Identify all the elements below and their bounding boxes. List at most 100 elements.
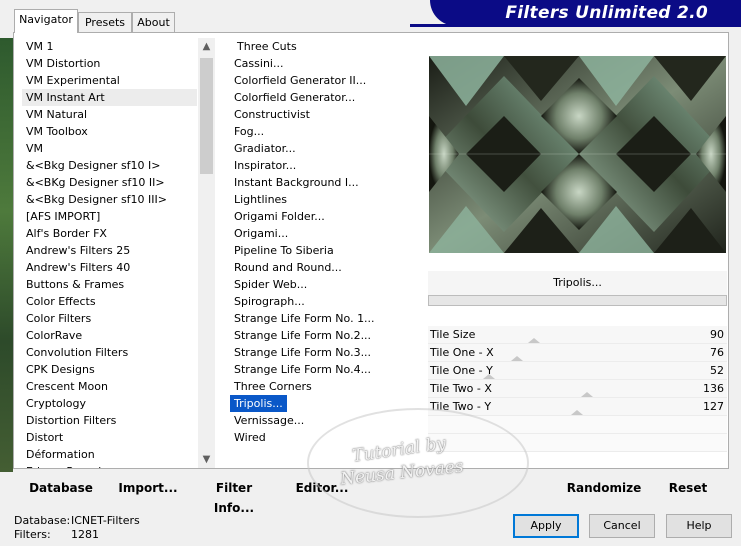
filter-item[interactable]: Colorfield Generator... (230, 89, 420, 106)
parameter-slider[interactable]: Tile One - Y 52 (428, 362, 727, 380)
parameter-value: 127 (703, 400, 724, 413)
scroll-up-icon[interactable]: ▲ (198, 38, 215, 55)
filter-item[interactable]: Lightlines (230, 191, 420, 208)
category-item[interactable]: VM (22, 140, 197, 157)
category-item[interactable]: VM Experimental (22, 72, 197, 89)
filter-item[interactable]: Fog... (230, 123, 420, 140)
category-item[interactable]: VM Distortion (22, 55, 197, 72)
category-item[interactable]: VM Instant Art (22, 89, 197, 106)
category-item[interactable]: Color Effects (22, 293, 197, 310)
filter-item[interactable]: Pipeline To Siberia (230, 242, 420, 259)
filter-item[interactable]: Strange Life Form No.4... (230, 361, 420, 378)
progress-bar (428, 295, 727, 306)
category-item[interactable]: CPK Designs (22, 361, 197, 378)
parameter-slider[interactable]: Tile Size 90 (428, 326, 727, 344)
filter-item[interactable]: Colorfield Generator II... (230, 72, 420, 89)
filter-item[interactable]: Gradiator... (230, 140, 420, 157)
filter-item[interactable]: Strange Life Form No.2... (230, 327, 420, 344)
category-item[interactable]: Edges, Round (22, 463, 197, 468)
filter-item[interactable]: Vernissage... (230, 412, 420, 429)
tab-navigator[interactable]: Navigator (14, 9, 78, 33)
filter-item[interactable]: Strange Life Form No. 1... (230, 310, 420, 327)
reset-button[interactable]: Reset (664, 478, 712, 498)
filter-item[interactable]: Instant Background I... (230, 174, 420, 191)
filter-item[interactable]: Three Cuts (230, 38, 420, 55)
category-item[interactable]: ColorRave (22, 327, 197, 344)
empty-parameter-row (428, 434, 727, 452)
filter-item[interactable]: Spirograph... (230, 293, 420, 310)
filter-item[interactable]: Spider Web... (230, 276, 420, 293)
category-item[interactable]: &<BKg Designer sf10 II> (22, 174, 197, 191)
filter-item-label: Colorfield Generator... (234, 91, 356, 104)
category-item[interactable]: Déformation (22, 446, 197, 463)
slider-marker[interactable] (511, 356, 524, 361)
help-button[interactable]: Help (666, 514, 732, 538)
category-item[interactable]: Buttons & Frames (22, 276, 197, 293)
import-button[interactable]: Import... (116, 478, 180, 498)
parameter-label: Tile Two - Y (430, 400, 492, 413)
parameter-slider[interactable]: Tile Two - Y 127 (428, 398, 727, 416)
filter-item-label: Origami Folder... (234, 210, 325, 223)
category-item[interactable]: Color Filters (22, 310, 197, 327)
filter-item-label: Three Cuts (237, 40, 297, 53)
slider-marker[interactable] (570, 410, 583, 415)
filter-item-label: Instant Background I... (234, 176, 359, 189)
parameter-slider[interactable]: Tile One - X 76 (428, 344, 727, 362)
filter-item-label: Spirograph... (234, 295, 305, 308)
filter-item[interactable]: Tripolis... (230, 395, 420, 412)
category-scrollbar[interactable]: ▲ ▼ (198, 38, 215, 468)
category-item[interactable]: VM Natural (22, 106, 197, 123)
filter-item[interactable]: Origami... (230, 225, 420, 242)
tab-presets[interactable]: Presets (78, 12, 132, 32)
filter-item-label: Lightlines (234, 193, 288, 206)
filter-item[interactable]: Constructivist (230, 106, 420, 123)
category-item[interactable]: VM Toolbox (22, 123, 197, 140)
filter-list[interactable]: Three Cuts Cassini... Colorfield Generator… (230, 38, 420, 468)
parameter-slider[interactable]: Tile Two - X 136 (428, 380, 727, 398)
cancel-button[interactable]: Cancel (589, 514, 655, 538)
filter-item[interactable]: Origami Folder... (230, 208, 420, 225)
filter-item[interactable]: Three Corners (230, 378, 420, 395)
filter-item[interactable]: Inspirator... (230, 157, 420, 174)
category-item[interactable]: Distortion Filters (22, 412, 197, 429)
category-item[interactable]: Distort (22, 429, 197, 446)
category-item[interactable]: Convolution Filters (22, 344, 197, 361)
slider-marker[interactable] (581, 392, 594, 397)
slider-marker[interactable] (527, 338, 540, 343)
category-item[interactable]: &<Bkg Designer sf10 I> (22, 157, 197, 174)
filter-item[interactable]: Round and Round... (230, 259, 420, 276)
category-item[interactable]: [AFS IMPORT] (22, 208, 197, 225)
database-button[interactable]: Database (22, 478, 100, 498)
tab-about[interactable]: About (132, 12, 175, 32)
filter-info-button[interactable]: Filter Info... (196, 478, 272, 515)
apply-button[interactable]: Apply (513, 514, 579, 538)
parameter-value: 52 (710, 364, 724, 377)
category-item[interactable]: Cryptology (22, 395, 197, 412)
filter-item[interactable]: Cassini... (230, 55, 420, 72)
category-item[interactable]: &<Bkg Designer sf10 III> (22, 191, 197, 208)
filters-count-value: 1281 (71, 528, 99, 541)
category-item[interactable]: Andrew's Filters 40 (22, 259, 197, 276)
preview-pattern (429, 56, 726, 253)
filter-item-label: Strange Life Form No. 1... (234, 312, 375, 325)
category-item[interactable]: VM 1 (22, 38, 197, 55)
database-label: Database: (14, 514, 71, 527)
filters-count-label: Filters: (14, 528, 51, 541)
category-list[interactable]: VM 1 VM Distortion VM Experimental VM Insta… (22, 38, 197, 468)
slider-marker[interactable] (482, 374, 495, 379)
filter-item-label: Strange Life Form No.3... (234, 346, 372, 359)
category-item[interactable]: Alf's Border FX (22, 225, 197, 242)
filter-item-label: Strange Life Form No.2... (234, 329, 372, 342)
category-item[interactable]: Andrew's Filters 25 (22, 242, 197, 259)
filter-item-label: Wired (234, 431, 266, 444)
parameter-label: Tile Size (430, 328, 476, 341)
empty-parameter-row (428, 416, 727, 434)
filter-item[interactable]: Strange Life Form No.3... (230, 344, 420, 361)
scroll-down-icon[interactable]: ▼ (198, 451, 215, 468)
background-strip (0, 38, 13, 472)
category-item[interactable]: Crescent Moon (22, 378, 197, 395)
filter-item-label: Tripolis... (230, 395, 287, 412)
filter-item-label: Vernissage... (234, 414, 305, 427)
scrollbar-thumb[interactable] (200, 58, 213, 174)
randomize-button[interactable]: Randomize (566, 478, 642, 498)
